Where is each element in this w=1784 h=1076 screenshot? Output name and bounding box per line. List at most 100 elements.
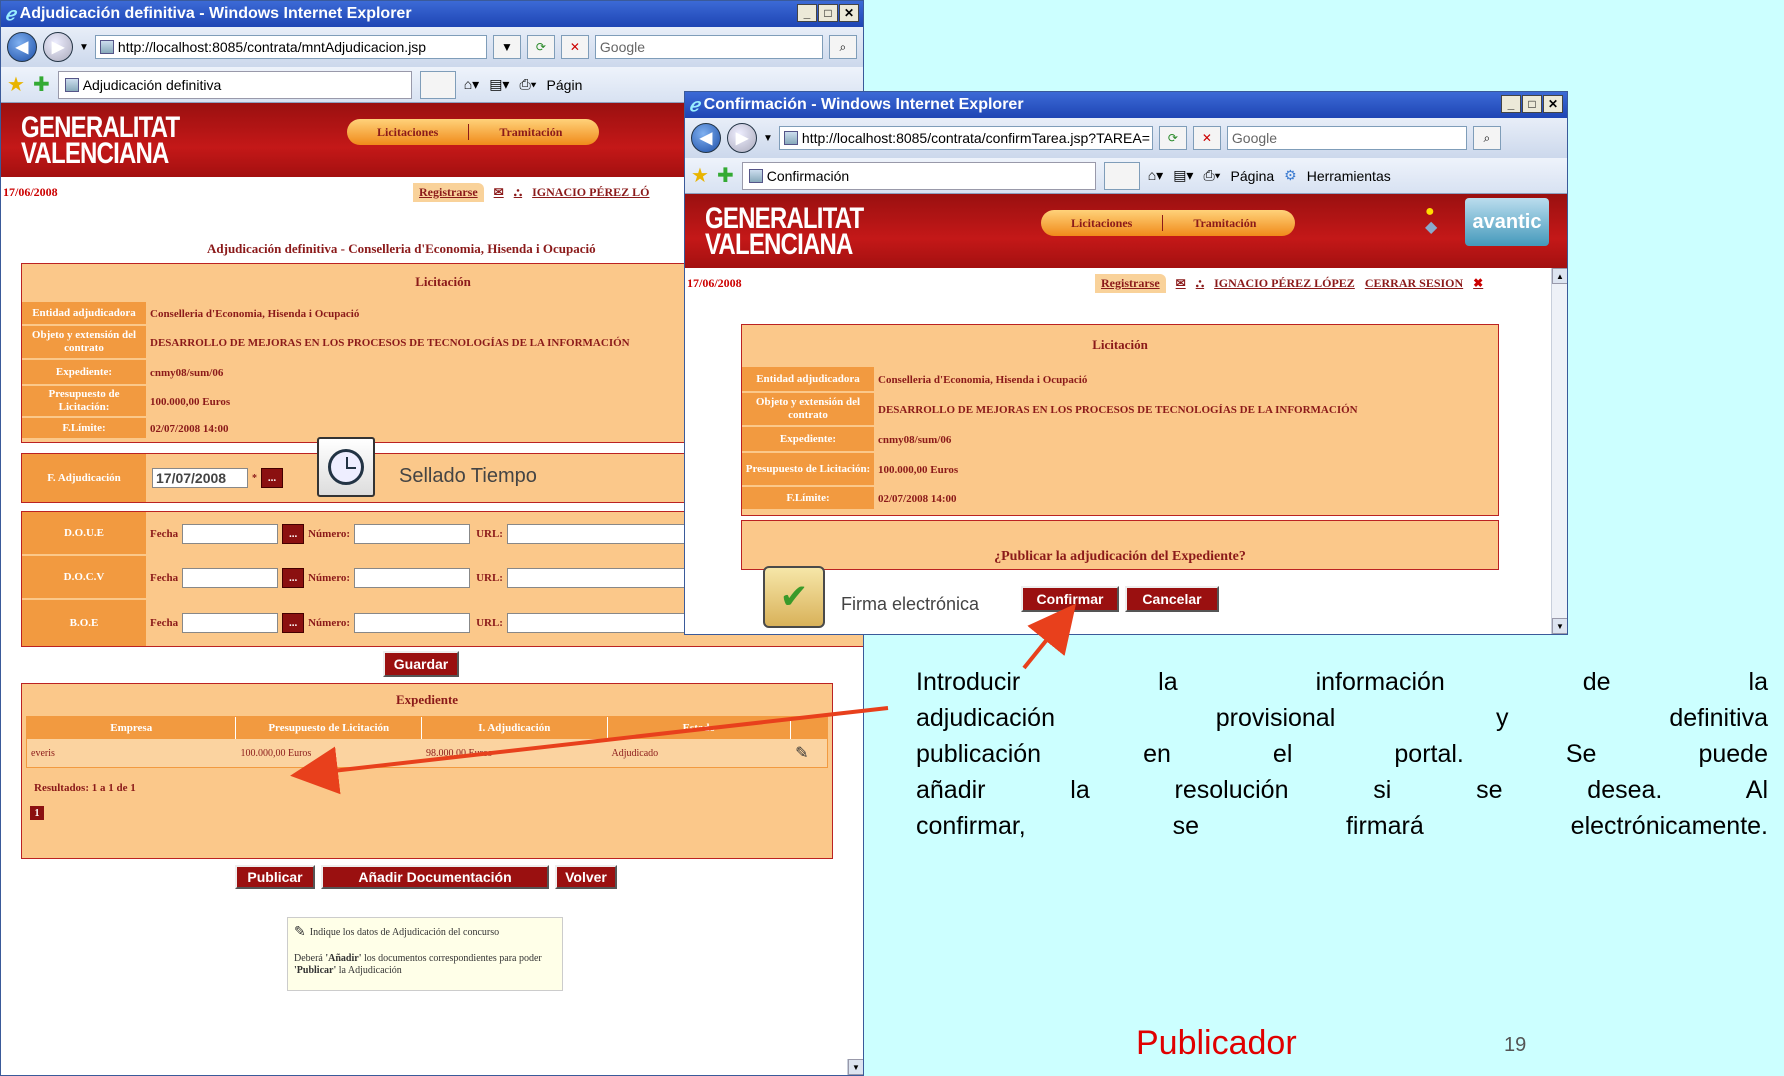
window-titlebar[interactable]: ℯ Confirmación - Windows Internet Explor… — [685, 92, 1567, 118]
org-chart-icon[interactable]: ⛬ — [514, 185, 522, 200]
docv-calendar-button[interactable]: ... — [282, 568, 305, 588]
help-line2: Deberá 'Añadir' los documentos correspon… — [294, 953, 542, 976]
doue-numero-label: Número: — [308, 528, 351, 540]
edit-tools-icon[interactable]: ✎ — [791, 739, 827, 767]
label-flimite: F.Límite: — [742, 487, 874, 511]
boe-calendar-button[interactable]: ... — [282, 613, 305, 633]
anadir-documentacion-button[interactable]: Añadir Documentación — [321, 865, 549, 889]
search-icon[interactable]: ⌕ — [1472, 126, 1501, 150]
doue-fecha-label: Fecha — [150, 528, 179, 540]
logout-x-icon[interactable]: ✖ — [1473, 276, 1483, 291]
nav-licitaciones[interactable]: Licitaciones — [347, 125, 468, 140]
value-entidad: Conselleria d'Economia, Hisenda i Ocupac… — [150, 308, 360, 320]
doue-numero-input[interactable] — [354, 524, 471, 544]
page-number-1[interactable]: 1 — [30, 806, 44, 820]
maximize-button[interactable]: □ — [1522, 95, 1542, 113]
back-button[interactable]: ◀ — [691, 123, 721, 153]
search-input[interactable]: Google — [1226, 126, 1467, 150]
search-icon[interactable]: ⌕ — [828, 35, 857, 59]
guardar-button[interactable]: Guardar — [383, 651, 459, 677]
back-button[interactable]: ◀ — [7, 32, 37, 62]
nav-tramitacion[interactable]: Tramitación — [469, 125, 592, 140]
address-field[interactable]: http://localhost:8085/contrata/confirmTa… — [778, 126, 1153, 150]
user-name-link[interactable]: IGNACIO PÉREZ LÓPEZ — [1214, 276, 1355, 291]
scroll-down-icon[interactable]: ▼ — [1552, 618, 1567, 634]
favorites-star-icon[interactable]: ★ — [7, 72, 25, 97]
org-chart-icon[interactable]: ⛬ — [1196, 276, 1204, 291]
search-input[interactable]: Google — [594, 35, 823, 59]
new-tab-button[interactable] — [419, 70, 456, 99]
registrarse-link[interactable]: Registrarse — [1095, 274, 1166, 293]
volver-button[interactable]: Volver — [555, 865, 617, 889]
home-icon[interactable]: ⌂▾ — [464, 76, 479, 93]
fadjudicacion-input[interactable]: 17/07/2008 — [152, 468, 248, 488]
mail-icon[interactable]: ✉ — [494, 185, 504, 200]
docv-numero-input[interactable] — [354, 568, 471, 588]
forward-button[interactable]: ▶ — [43, 32, 73, 62]
cancelar-button[interactable]: Cancelar — [1125, 586, 1219, 612]
maximize-button[interactable]: □ — [818, 4, 838, 22]
mail-icon[interactable]: ✉ — [1176, 276, 1186, 291]
print-icon[interactable]: ⎙▾ — [1203, 167, 1220, 184]
pagina-menu[interactable]: Págin — [547, 77, 583, 93]
close-button[interactable]: ✕ — [839, 4, 859, 22]
boe-url-input[interactable] — [506, 613, 687, 633]
tab-confirmacion[interactable]: Confirmación — [741, 161, 1096, 190]
home-icon[interactable]: ⌂▾ — [1148, 167, 1163, 184]
refresh-icon[interactable]: ⟳ — [526, 35, 555, 59]
history-dropdown-icon[interactable]: ▼ — [763, 133, 773, 144]
table-row[interactable]: everis 100.000,00 Euros 98.000,00 Euros … — [27, 739, 827, 767]
history-dropdown-icon[interactable]: ▼ — [79, 42, 89, 53]
minimize-button[interactable]: _ — [797, 4, 817, 22]
scroll-down-icon[interactable]: ▼ — [848, 1059, 863, 1075]
value-expediente: cnmy08/sum/06 — [878, 434, 952, 446]
docv-url-input[interactable] — [506, 568, 687, 588]
herramientas-menu[interactable]: Herramientas — [1307, 168, 1391, 184]
feeds-icon[interactable]: ▤▾ — [489, 76, 509, 93]
pagina-menu[interactable]: Página — [1231, 168, 1275, 184]
favorites-star-icon[interactable]: ★ — [691, 163, 709, 188]
print-icon[interactable]: ⎙▾ — [519, 76, 536, 93]
address-dropdown-icon[interactable]: ▼ — [492, 35, 521, 59]
tab-adjudicacion[interactable]: Adjudicación definitiva — [57, 70, 412, 99]
confirmar-button[interactable]: Confirmar — [1021, 586, 1119, 612]
window1-scrollbar[interactable]: ▼ — [847, 1059, 863, 1075]
scroll-up-icon[interactable]: ▲ — [1552, 268, 1567, 284]
clock-icon[interactable] — [317, 437, 375, 497]
cerrar-sesion-link[interactable]: CERRAR SESION — [1365, 276, 1463, 291]
calendar-button[interactable]: ... — [261, 468, 283, 488]
cell-empresa: everis — [31, 747, 55, 759]
new-tab-button[interactable] — [1103, 161, 1140, 190]
expediente-title: Expediente — [395, 692, 459, 707]
avantic-logo: avantic — [1465, 198, 1549, 246]
gear-icon[interactable]: ⚙ — [1284, 167, 1297, 184]
window2-scrollbar[interactable]: ▲ ▼ — [1551, 268, 1567, 634]
nav-licitaciones[interactable]: Licitaciones — [1041, 216, 1162, 231]
docv-fecha-input[interactable] — [182, 568, 279, 588]
stop-icon[interactable]: ✕ — [560, 35, 589, 59]
value-expediente: cnmy08/sum/06 — [150, 367, 224, 379]
nav-tramitacion[interactable]: Tramitación — [1163, 216, 1286, 231]
forward-button[interactable]: ▶ — [727, 123, 757, 153]
boe-fecha-input[interactable] — [182, 613, 279, 633]
doue-fecha-input[interactable] — [182, 524, 279, 544]
user-name-link[interactable]: IGNACIO PÉREZ LÓ — [532, 185, 649, 200]
publicar-button[interactable]: Publicar — [235, 865, 315, 889]
close-button[interactable]: ✕ — [1543, 95, 1563, 113]
label-expediente: Expediente: — [742, 427, 874, 453]
doue-url-input[interactable] — [506, 524, 687, 544]
add-favorites-icon[interactable]: ✚ — [717, 163, 734, 188]
feeds-icon[interactable]: ▤▾ — [1173, 167, 1193, 184]
address-field[interactable]: http://localhost:8085/contrata/mntAdjudi… — [94, 35, 487, 59]
minimize-button[interactable]: _ — [1501, 95, 1521, 113]
boe-numero-input[interactable] — [354, 613, 471, 633]
licitacion-panel: Licitación Entidad adjudicadora Conseller… — [741, 324, 1499, 516]
registrarse-link[interactable]: Registrarse — [413, 183, 484, 202]
fadjudicacion-label: F. Adjudicación — [22, 454, 146, 502]
firma-clipboard-icon[interactable]: ✔ — [763, 566, 825, 628]
window-titlebar[interactable]: ℯ Adjudicación definitiva - Windows Inte… — [1, 1, 863, 27]
stop-icon[interactable]: ✕ — [1192, 126, 1221, 150]
add-favorites-icon[interactable]: ✚ — [33, 72, 50, 97]
doue-calendar-button[interactable]: ... — [282, 524, 305, 544]
refresh-icon[interactable]: ⟳ — [1158, 126, 1187, 150]
